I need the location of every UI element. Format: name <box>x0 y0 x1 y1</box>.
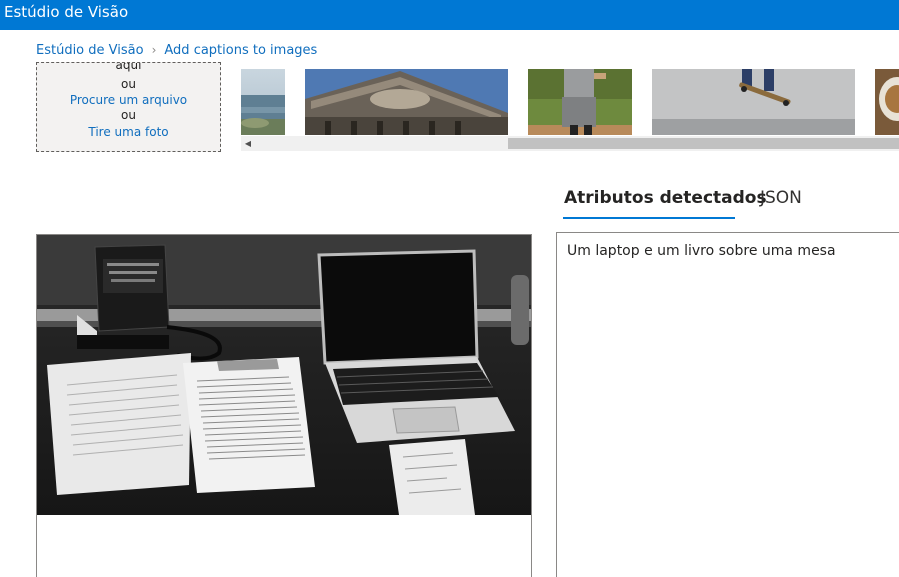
thumbnail-food-plate[interactable] <box>875 69 899 135</box>
upload-or-text: ou <box>121 77 136 91</box>
active-tab-indicator <box>563 217 735 219</box>
thumbnail-ocean-shore[interactable] <box>241 69 285 135</box>
browse-file-link[interactable]: Procure um arquivo <box>37 92 220 108</box>
sample-image-gallery: ◀ <box>241 69 899 151</box>
gallery-scrollbar[interactable]: ◀ <box>241 136 899 151</box>
scroll-left-arrow-icon[interactable]: ◀ <box>241 136 255 151</box>
upload-drop-text: aqui <box>115 62 142 72</box>
breadcrumb: Estúdio de Visão › Add captions to images <box>36 41 317 59</box>
thumbnail-baseball-player[interactable] <box>528 69 632 135</box>
breadcrumb-current[interactable]: Add captions to images <box>164 43 317 58</box>
caption-text: Um laptop e um livro sobre uma mesa <box>567 243 836 259</box>
breadcrumb-home-link[interactable]: Estúdio de Visão <box>36 43 144 58</box>
thumbnail-building-facade[interactable] <box>305 69 508 135</box>
thumbnail-skateboarder[interactable] <box>652 69 855 135</box>
analyzed-image-panel <box>36 234 532 577</box>
scrollbar-thumb[interactable] <box>508 138 899 149</box>
top-bar: Estúdio de Visão <box>0 0 899 30</box>
tab-detected-attributes[interactable]: Atributos detectados <box>564 186 767 210</box>
caption-result-panel: Um laptop e um livro sobre uma mesa <box>556 232 899 577</box>
app-title[interactable]: Estúdio de Visão <box>4 2 128 22</box>
tab-json[interactable]: JSON <box>760 186 802 210</box>
upload-or-text-2: ou <box>121 108 136 122</box>
analyzed-image <box>37 235 531 515</box>
upload-dropzone[interactable]: aqui ou Procure um arquivo ou Tire uma f… <box>36 62 221 152</box>
chevron-right-icon: › <box>151 43 157 57</box>
take-photo-link[interactable]: Tire uma foto <box>37 124 220 140</box>
